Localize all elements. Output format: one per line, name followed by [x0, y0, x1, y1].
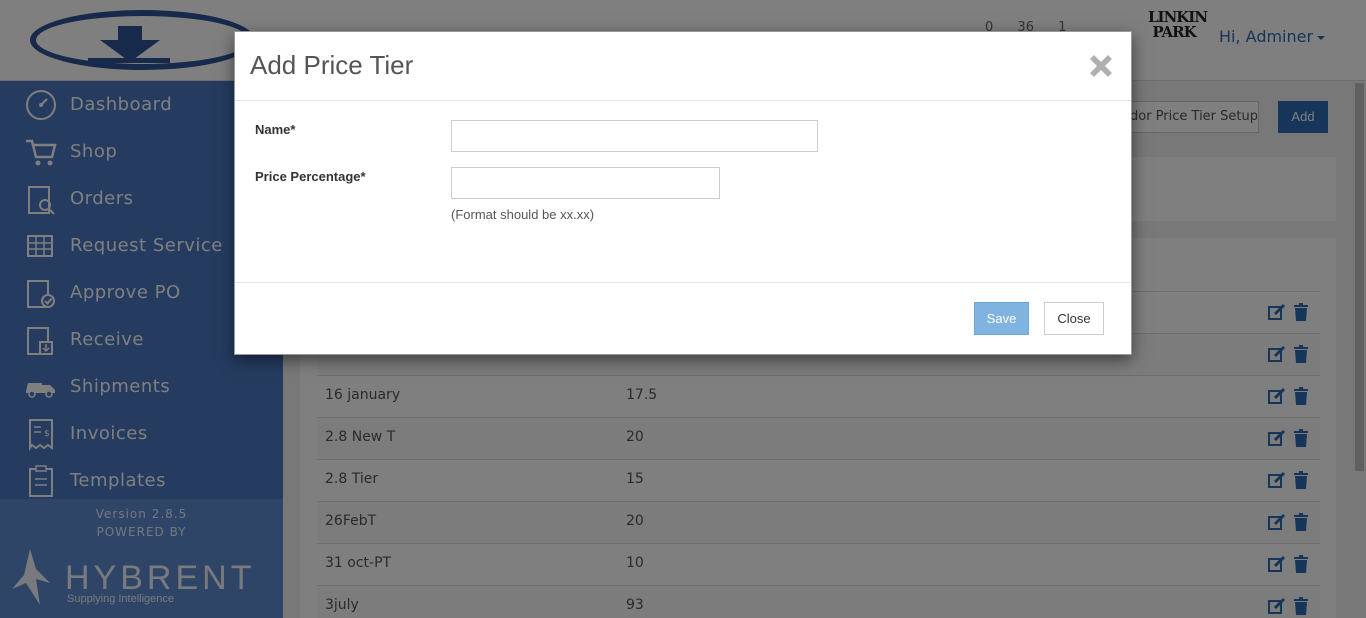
name-input[interactable] [451, 120, 818, 152]
price-percentage-input[interactable] [451, 167, 720, 199]
modal-footer: Save Close [235, 282, 1131, 354]
modal-header: Add Price Tier [235, 32, 1131, 101]
modal-title: Add Price Tier [250, 50, 414, 80]
close-button[interactable]: Close [1044, 302, 1104, 335]
price-percentage-format-hint: (Format should be xx.xx) [451, 207, 595, 222]
add-price-tier-dialog: Add Price Tier Name* Price Percentage* (… [234, 31, 1132, 355]
price-percentage-label: Price Percentage* [255, 169, 366, 184]
name-label: Name* [255, 122, 296, 137]
save-button[interactable]: Save [974, 302, 1029, 335]
close-icon[interactable] [1086, 51, 1116, 81]
